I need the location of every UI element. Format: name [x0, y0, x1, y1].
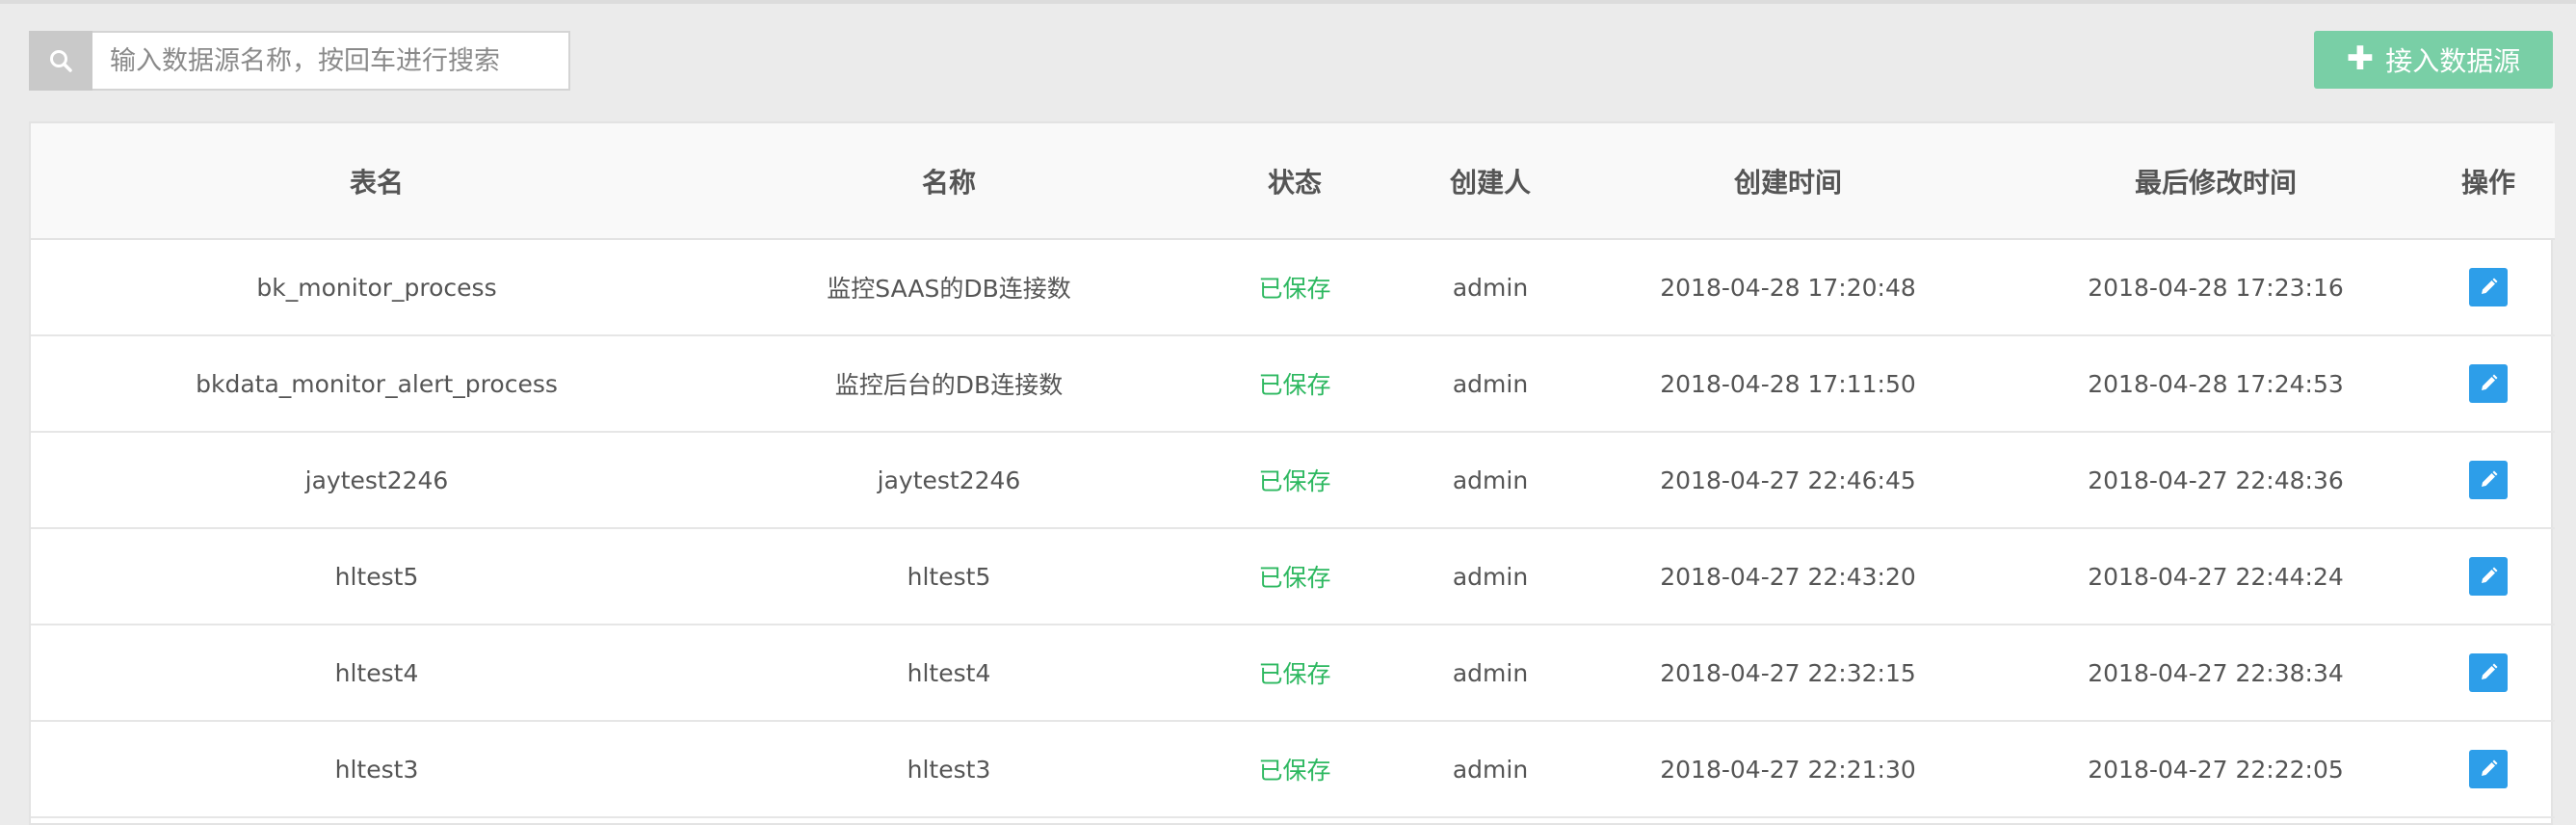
- cell-creator: admin: [1414, 625, 1566, 722]
- pencil-icon: [2482, 470, 2498, 487]
- table-row: bk_monitor_process 监控SAAS的DB连接数 已保存 admi…: [31, 239, 2555, 336]
- edit-button[interactable]: [2469, 461, 2508, 499]
- cell-name: hltest5: [723, 528, 1175, 625]
- header-modified-time: 最后修改时间: [2010, 123, 2422, 240]
- add-datasource-button[interactable]: ✚ 接入数据源: [2314, 31, 2553, 89]
- cell-status: 已保存: [1175, 335, 1414, 433]
- pencil-icon: [2482, 374, 2498, 390]
- cell-created-time: 2018-04-28 17:11:50: [1566, 335, 2010, 433]
- cell-table-name: bkdata_monitor_alert_process: [31, 335, 723, 433]
- add-datasource-label: 接入数据源: [2385, 45, 2521, 77]
- cell-created-time: 2018-04-27 22:46:45: [1566, 432, 2010, 529]
- cell-modified-time: 2018-04-27 22:48:36: [2010, 432, 2422, 529]
- cell-name: jaytest2246: [723, 432, 1175, 529]
- cell-table-name: bk_monitor_process: [31, 239, 723, 336]
- edit-button[interactable]: [2469, 653, 2508, 692]
- cell-actions: [2422, 625, 2555, 722]
- datasource-table-panel: 表名 名称 状态 创建人 创建时间 最后修改时间 操作 bk_monitor_p…: [29, 121, 2555, 825]
- cell-table-name: hltest3: [31, 721, 723, 818]
- plus-icon: ✚: [2346, 40, 2375, 78]
- cell-name: 监控后台的DB连接数: [723, 335, 1175, 433]
- pencil-icon: [2482, 759, 2498, 776]
- cell-name: 监控SAAS的DB连接数: [723, 239, 1175, 336]
- datasource-table: 表名 名称 状态 创建人 创建时间 最后修改时间 操作 bk_monitor_p…: [31, 123, 2555, 818]
- search-icon[interactable]: [29, 31, 92, 91]
- pencil-icon: [2482, 663, 2498, 679]
- cell-modified-time: 2018-04-27 22:44:24: [2010, 528, 2422, 625]
- header-table-name: 表名: [31, 123, 723, 240]
- cell-creator: admin: [1414, 432, 1566, 529]
- cell-actions: [2422, 239, 2555, 336]
- cell-created-time: 2018-04-27 22:21:30: [1566, 721, 2010, 818]
- table-row: hltest4 hltest4 已保存 admin 2018-04-27 22:…: [31, 625, 2555, 722]
- table-row: hltest3 hltest3 已保存 admin 2018-04-27 22:…: [31, 721, 2555, 818]
- cell-modified-time: 2018-04-28 17:23:16: [2010, 239, 2422, 336]
- cell-creator: admin: [1414, 721, 1566, 818]
- header-creator: 创建人: [1414, 123, 1566, 240]
- cell-actions: [2422, 432, 2555, 529]
- edit-button[interactable]: [2469, 750, 2508, 788]
- edit-button[interactable]: [2469, 364, 2508, 403]
- cell-actions: [2422, 335, 2555, 433]
- cell-creator: admin: [1414, 239, 1566, 336]
- edit-button[interactable]: [2469, 557, 2508, 596]
- cell-modified-time: 2018-04-27 22:38:34: [2010, 625, 2422, 722]
- cell-status: 已保存: [1175, 432, 1414, 529]
- cell-status: 已保存: [1175, 625, 1414, 722]
- cell-actions: [2422, 528, 2555, 625]
- pencil-icon: [2482, 567, 2498, 583]
- header-created-time: 创建时间: [1566, 123, 2010, 240]
- search-input[interactable]: [92, 31, 570, 91]
- cell-table-name: hltest5: [31, 528, 723, 625]
- cell-status: 已保存: [1175, 721, 1414, 818]
- table-row: bkdata_monitor_alert_process 监控后台的DB连接数 …: [31, 335, 2555, 433]
- cell-name: hltest4: [723, 625, 1175, 722]
- header-name: 名称: [723, 123, 1175, 240]
- pencil-icon: [2482, 278, 2498, 294]
- cell-table-name: hltest4: [31, 625, 723, 722]
- top-border: [0, 0, 2576, 4]
- cell-created-time: 2018-04-28 17:20:48: [1566, 239, 2010, 336]
- header-status: 状态: [1175, 123, 1414, 240]
- header-actions: 操作: [2422, 123, 2555, 240]
- cell-name: hltest3: [723, 721, 1175, 818]
- cell-creator: admin: [1414, 335, 1566, 433]
- cell-created-time: 2018-04-27 22:43:20: [1566, 528, 2010, 625]
- table-header-row: 表名 名称 状态 创建人 创建时间 最后修改时间 操作: [31, 123, 2555, 240]
- cell-actions: [2422, 721, 2555, 818]
- table-row: hltest5 hltest5 已保存 admin 2018-04-27 22:…: [31, 528, 2555, 625]
- cell-modified-time: 2018-04-28 17:24:53: [2010, 335, 2422, 433]
- search-bar: [29, 31, 570, 91]
- cell-table-name: jaytest2246: [31, 432, 723, 529]
- cell-creator: admin: [1414, 528, 1566, 625]
- cell-modified-time: 2018-04-27 22:22:05: [2010, 721, 2422, 818]
- cell-status: 已保存: [1175, 239, 1414, 336]
- edit-button[interactable]: [2469, 268, 2508, 306]
- cell-status: 已保存: [1175, 528, 1414, 625]
- table-row: jaytest2246 jaytest2246 已保存 admin 2018-0…: [31, 432, 2555, 529]
- cell-created-time: 2018-04-27 22:32:15: [1566, 625, 2010, 722]
